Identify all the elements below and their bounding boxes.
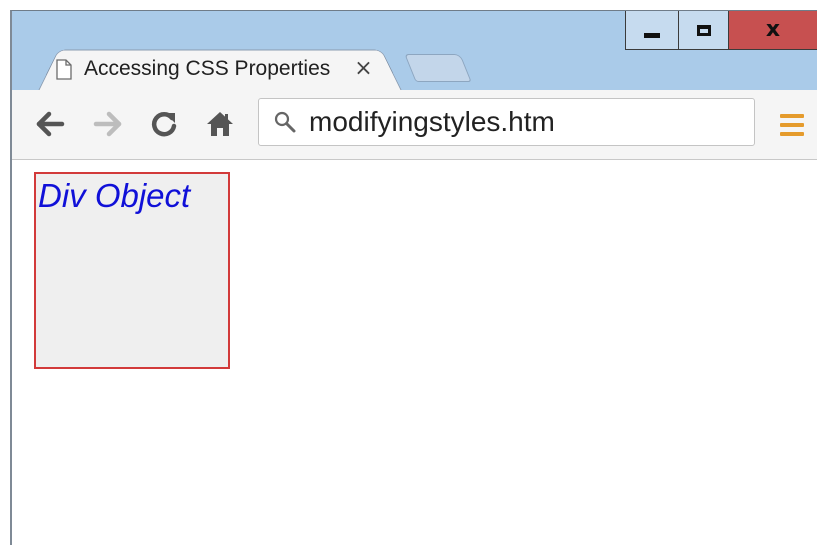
browser-window: x Accessing CSS Properties × modifyingst… xyxy=(10,10,817,545)
url-text[interactable]: modifyingstyles.htm xyxy=(309,106,555,138)
home-icon[interactable] xyxy=(204,107,236,141)
maximize-button[interactable] xyxy=(679,11,729,50)
close-window-button[interactable]: x xyxy=(729,11,817,50)
window-controls: x xyxy=(625,11,817,50)
desktop-background xyxy=(0,0,10,545)
tab-accessing-css-properties[interactable]: Accessing CSS Properties × xyxy=(54,49,394,89)
menu-bar-line xyxy=(780,114,804,118)
minimize-button[interactable] xyxy=(625,11,679,50)
minimize-icon xyxy=(644,32,660,38)
title-bar[interactable]: x Accessing CSS Properties × xyxy=(12,11,817,91)
new-tab-button[interactable] xyxy=(404,54,472,82)
div-object-box: Div Object xyxy=(34,172,230,369)
tab-close-icon[interactable]: × xyxy=(354,58,372,80)
browser-toolbar: modifyingstyles.htm xyxy=(12,90,817,160)
tab-title: Accessing CSS Properties xyxy=(84,57,331,80)
address-bar[interactable]: modifyingstyles.htm xyxy=(258,98,755,146)
menu-bar-line xyxy=(780,132,804,136)
reload-icon[interactable] xyxy=(148,107,180,141)
forward-arrow-icon[interactable] xyxy=(92,107,124,141)
page-icon xyxy=(56,58,72,80)
page-content: Div Object xyxy=(12,160,817,545)
back-arrow-icon[interactable] xyxy=(34,107,66,141)
hamburger-menu-icon[interactable] xyxy=(780,114,804,136)
maximize-icon xyxy=(696,24,711,36)
div-object-text: Div Object xyxy=(38,177,191,214)
menu-bar-line xyxy=(780,123,804,127)
search-icon xyxy=(271,108,299,136)
close-icon: x xyxy=(765,17,781,42)
